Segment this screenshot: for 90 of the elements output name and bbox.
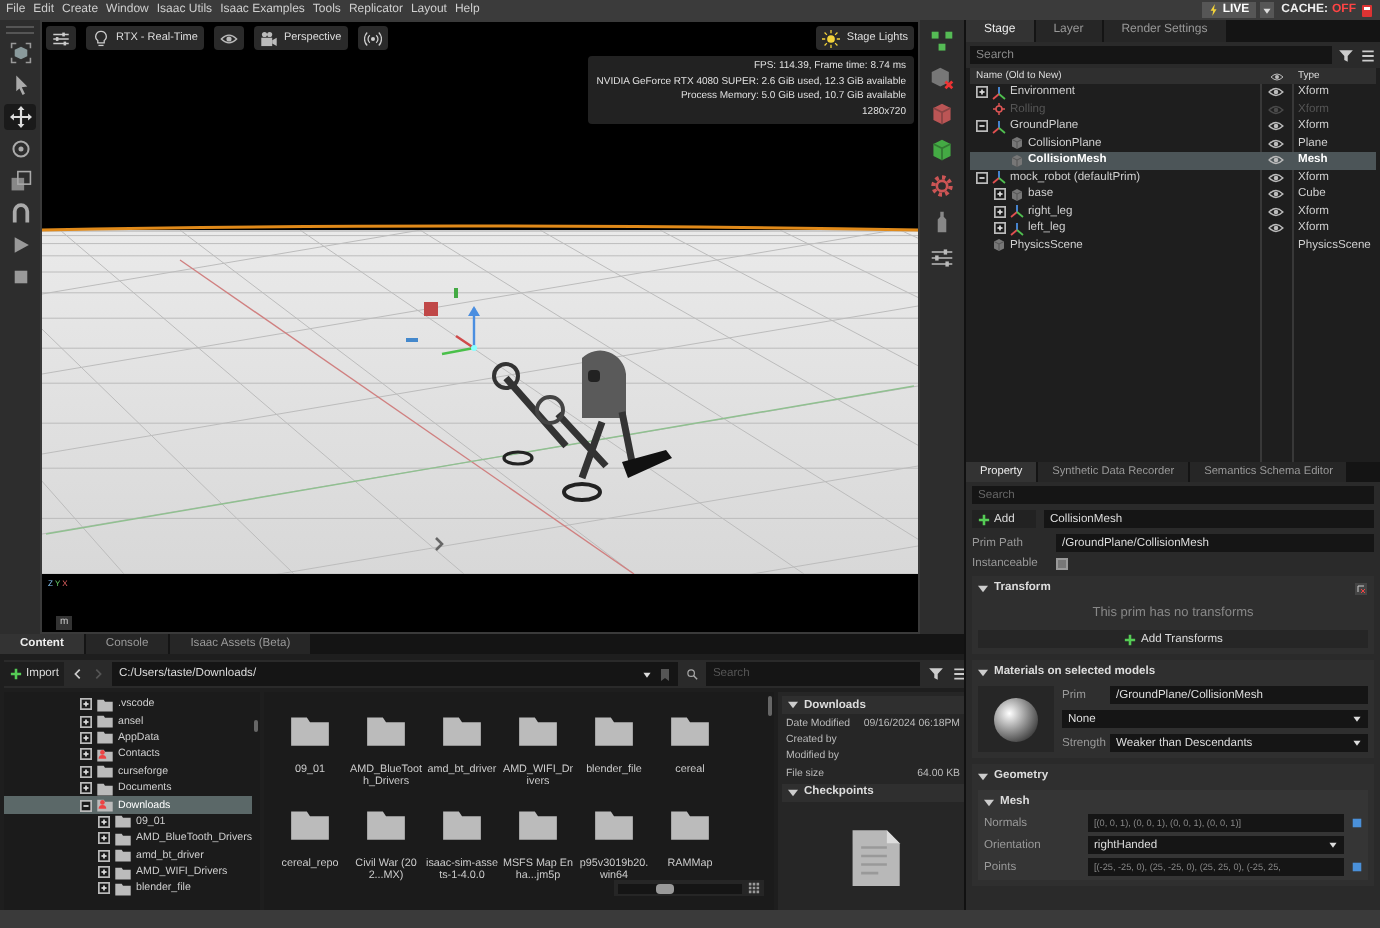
thumbnail-size-slider[interactable] [618,883,742,893]
collapse-arrow-icon[interactable] [978,667,988,677]
eye-icon[interactable] [1268,152,1284,169]
caret-icon [1352,714,1362,724]
plus-icon [10,668,22,680]
bolt-icon [1208,4,1221,16]
axes-icon [992,85,1006,100]
viewport-settings-button[interactable] [46,26,76,50]
bookmark-icon[interactable] [658,667,673,681]
expand-toggle-icon[interactable] [80,698,92,711]
expand-toggle-icon[interactable] [80,731,92,744]
color-swatch-icon[interactable] [1352,818,1362,828]
cube-icon [1010,187,1024,202]
filter-icon[interactable] [1338,47,1354,63]
scale-icon [9,170,31,192]
light-icon [992,102,1006,117]
scrollbar-thumb[interactable] [254,720,258,732]
expand-toggle-icon[interactable] [98,866,110,879]
plus-icon [1123,633,1136,645]
caret-icon[interactable] [642,669,653,679]
caret-icon [1352,738,1362,748]
expand-toggle-icon[interactable] [98,849,110,862]
color-swatch-icon[interactable] [1352,862,1362,872]
eye-icon [219,29,238,47]
eye-icon[interactable] [1268,186,1284,203]
eye-icon[interactable] [1268,84,1284,101]
collapse-arrow-icon[interactable] [984,797,994,807]
filter-icon[interactable] [928,666,944,682]
eye-icon[interactable] [1268,203,1284,220]
settings-icon [52,29,70,47]
collapse-arrow-icon[interactable] [788,700,798,710]
user-folder-icon [96,745,114,764]
axes-icon [992,119,1006,134]
broadcast-button[interactable] [357,26,388,50]
collapse-toggle-icon[interactable] [976,120,988,133]
instanceable-checkbox[interactable] [1056,558,1068,570]
expand-toggle-icon[interactable] [80,715,92,728]
user-folder-icon [96,796,114,815]
expand-toggle-icon[interactable] [994,205,1006,218]
slider-thumb[interactable] [655,883,674,893]
play-icon [9,234,31,256]
gear-icon[interactable] [930,174,954,198]
eye-icon[interactable] [1268,135,1284,152]
sliders-icon[interactable] [930,246,954,270]
cubes-icon[interactable] [930,30,954,54]
search-icon [686,668,699,680]
cube-icon[interactable] [930,102,954,126]
live-dropdown-button[interactable] [1259,2,1274,18]
cube-x-icon[interactable] [930,66,954,90]
expand-toggle-icon[interactable] [976,86,988,99]
broadcast-icon [363,29,382,47]
move-tool-button[interactable] [4,104,36,130]
caret-icon [1328,840,1338,850]
camera-icon [259,29,278,47]
sun-icon [822,29,841,47]
expand-toggle-icon[interactable] [80,782,92,795]
transform-menu-icon[interactable] [1354,581,1368,595]
select-box-icon [9,42,31,64]
expand-toggle-icon[interactable] [98,882,110,895]
scrollbar-thumb[interactable] [768,696,772,716]
stop-icon [9,266,31,288]
expand-toggle-icon[interactable] [80,748,92,761]
expand-toggle-icon[interactable] [994,222,1006,235]
plus-icon [978,513,990,525]
menu-icon[interactable] [952,666,968,682]
menu-icon[interactable] [1360,47,1376,63]
collapse-arrow-icon[interactable] [978,583,988,593]
expand-toggle-icon[interactable] [98,815,110,828]
rotate-icon [9,138,31,160]
expand-toggle-icon[interactable] [80,765,92,778]
collapse-toggle-icon[interactable] [80,799,92,812]
eye-icon[interactable] [1268,220,1284,237]
sphere-drawing [992,695,1040,743]
collapse-arrow-icon[interactable] [788,787,798,798]
grid-view-icon[interactable] [748,882,760,894]
cache-icon[interactable] [1360,3,1374,17]
cube-icon[interactable] [930,138,954,162]
expand-toggle-icon[interactable] [98,832,110,845]
eye-icon[interactable] [1268,118,1284,135]
magnet-icon [9,202,31,224]
collapse-arrow-icon[interactable] [978,771,988,781]
lightbulb-icon [92,29,110,47]
collapse-toggle-icon[interactable] [976,171,988,184]
move-icon [9,106,31,128]
visibility-button[interactable] [213,26,244,50]
cube-icon [992,238,1006,253]
expand-toggle-icon[interactable] [994,188,1006,201]
eye-icon[interactable] [1268,169,1284,186]
axes-icon [992,170,1006,185]
caret-icon [1261,5,1272,15]
